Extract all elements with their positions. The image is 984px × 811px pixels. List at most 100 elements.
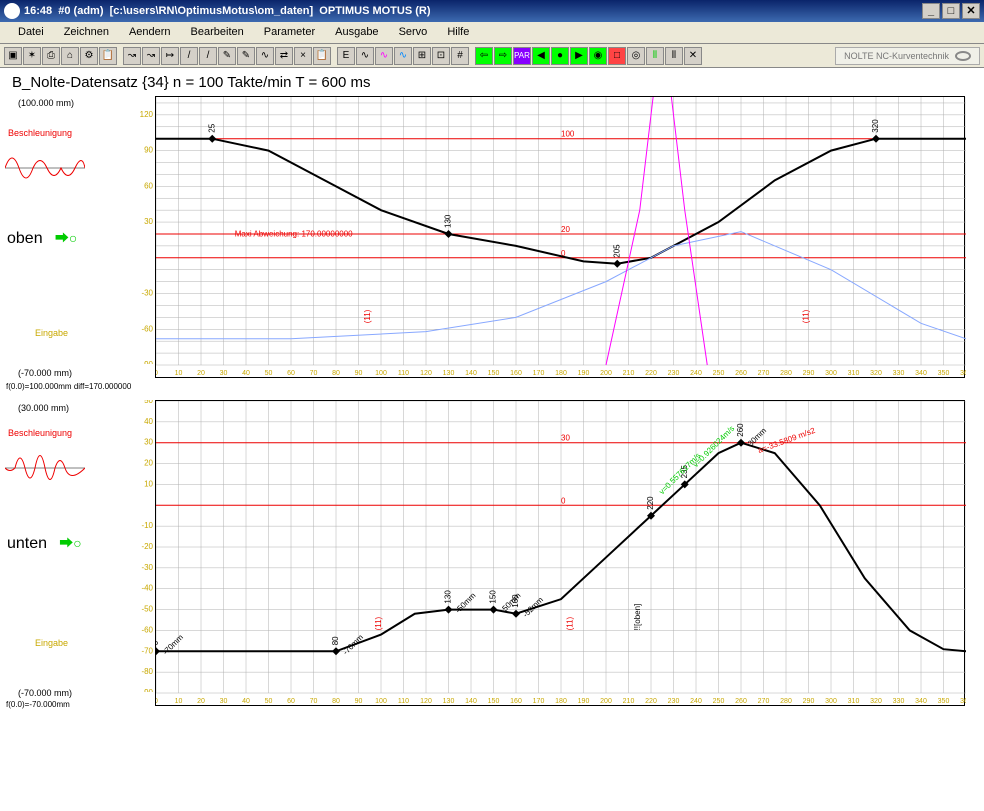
svg-text:350: 350 bbox=[938, 370, 950, 377]
tool-7[interactable]: ↝ bbox=[123, 47, 141, 65]
bot-input-label: Eingabe bbox=[35, 638, 68, 648]
tool-33[interactable]: ⦀ bbox=[665, 47, 683, 65]
svg-text:340: 340 bbox=[915, 698, 927, 705]
menu-datei[interactable]: Datei bbox=[8, 24, 54, 41]
yticks-top: -90-60-30306090120 bbox=[125, 96, 155, 364]
chart-top[interactable]: 1002002513020532001020304050607080901001… bbox=[155, 96, 965, 378]
tool-16[interactable]: × bbox=[294, 47, 312, 65]
svg-text:160: 160 bbox=[511, 594, 520, 608]
svg-text:30: 30 bbox=[220, 370, 228, 377]
tool-14[interactable]: ∿ bbox=[256, 47, 274, 65]
maximize-button[interactable]: □ bbox=[942, 3, 960, 19]
svg-text:(11): (11) bbox=[565, 616, 574, 630]
tool-22[interactable]: ⊞ bbox=[413, 47, 431, 65]
svg-text:320: 320 bbox=[871, 119, 880, 133]
tool-next[interactable]: ⇨ bbox=[494, 47, 512, 65]
svg-text:40: 40 bbox=[144, 417, 153, 426]
tool-stop[interactable]: □ bbox=[608, 47, 626, 65]
tool-record[interactable]: ● bbox=[551, 47, 569, 65]
minimize-button[interactable]: _ bbox=[922, 3, 940, 19]
svg-text:90: 90 bbox=[355, 698, 363, 705]
svg-text:360: 360 bbox=[960, 370, 966, 377]
svg-text:50: 50 bbox=[265, 698, 273, 705]
tool-31[interactable]: ◎ bbox=[627, 47, 645, 65]
svg-text:-30: -30 bbox=[141, 289, 153, 298]
tool-21[interactable]: ∿ bbox=[394, 47, 412, 65]
svg-text:150: 150 bbox=[488, 698, 500, 705]
svg-text:-70: -70 bbox=[141, 646, 153, 655]
chart-bottom[interactable]: 3000-70mm80-70mm130-50mm150-50mm160-52mm… bbox=[155, 400, 965, 706]
tool-6[interactable]: 📋 bbox=[99, 47, 117, 65]
svg-text:205: 205 bbox=[612, 244, 621, 258]
tool-12[interactable]: ✎ bbox=[218, 47, 236, 65]
brand-plate: NOLTE NC-Kurventechnik bbox=[835, 47, 980, 65]
goto-icon-2[interactable]: ⮕○ bbox=[52, 535, 82, 551]
tool-2[interactable]: ✶ bbox=[23, 47, 41, 65]
tool-9[interactable]: ↦ bbox=[161, 47, 179, 65]
tool-18[interactable]: E bbox=[337, 47, 355, 65]
svg-text:100: 100 bbox=[375, 698, 387, 705]
svg-text:140: 140 bbox=[465, 370, 477, 377]
svg-text:230: 230 bbox=[668, 370, 680, 377]
svg-text:270: 270 bbox=[758, 370, 770, 377]
svg-text:80: 80 bbox=[332, 370, 340, 377]
tool-3[interactable]: ⎙ bbox=[42, 47, 60, 65]
svg-text:230: 230 bbox=[668, 698, 680, 705]
menu-parameter[interactable]: Parameter bbox=[254, 24, 325, 41]
svg-text:-10: -10 bbox=[141, 521, 153, 530]
tool-pause[interactable]: ◉ bbox=[589, 47, 607, 65]
menu-aendern[interactable]: Aendern bbox=[119, 24, 181, 41]
svg-text:190: 190 bbox=[578, 698, 590, 705]
svg-text:320: 320 bbox=[870, 370, 882, 377]
yticks-bot: -90-80-70-60-50-40-30-20-101020304050 bbox=[125, 400, 155, 692]
window-title: 16:48 #0 (adm) [c:\users\RN\OptimusMotus… bbox=[24, 5, 922, 17]
tool-23[interactable]: ⊡ bbox=[432, 47, 450, 65]
svg-text:0: 0 bbox=[156, 370, 158, 377]
svg-text:-20: -20 bbox=[141, 542, 153, 551]
tool-17[interactable]: 📋 bbox=[313, 47, 331, 65]
tool-24[interactable]: # bbox=[451, 47, 469, 65]
svg-text:-70mm: -70mm bbox=[161, 632, 185, 656]
tool-15[interactable]: ⇄ bbox=[275, 47, 293, 65]
menu-zeichnen[interactable]: Zeichnen bbox=[54, 24, 119, 41]
tool-32[interactable]: ⦀ bbox=[646, 47, 664, 65]
tool-20[interactable]: ∿ bbox=[375, 47, 393, 65]
svg-text:150: 150 bbox=[488, 370, 500, 377]
menu-hilfe[interactable]: Hilfe bbox=[437, 24, 479, 41]
menu-bar: DateiZeichnenAendernBearbeitenParameterA… bbox=[0, 22, 984, 44]
tool-prev[interactable]: ⇦ bbox=[475, 47, 493, 65]
menu-servo[interactable]: Servo bbox=[389, 24, 438, 41]
svg-text:120: 120 bbox=[140, 110, 154, 119]
tool-5[interactable]: ⚙ bbox=[80, 47, 98, 65]
svg-text:(11): (11) bbox=[363, 309, 372, 323]
tool-10[interactable]: / bbox=[180, 47, 198, 65]
svg-text:50: 50 bbox=[265, 370, 273, 377]
menu-ausgabe[interactable]: Ausgabe bbox=[325, 24, 388, 41]
svg-text:260: 260 bbox=[735, 370, 747, 377]
svg-text:220: 220 bbox=[645, 698, 657, 705]
top-ylim-lo: (-70.000 mm) bbox=[18, 368, 72, 378]
svg-text:10: 10 bbox=[175, 370, 183, 377]
tool-play[interactable]: ▶ bbox=[570, 47, 588, 65]
close-button[interactable]: ✕ bbox=[962, 3, 980, 19]
svg-text:60: 60 bbox=[287, 370, 295, 377]
menu-bearbeiten[interactable]: Bearbeiten bbox=[181, 24, 254, 41]
tool-1[interactable]: ▣ bbox=[4, 47, 22, 65]
tool-play-back[interactable]: ◀ bbox=[532, 47, 550, 65]
tool-11[interactable]: / bbox=[199, 47, 217, 65]
tool-8[interactable]: ↝ bbox=[142, 47, 160, 65]
tool-par[interactable]: PAR bbox=[513, 47, 531, 65]
svg-text:200: 200 bbox=[600, 370, 612, 377]
tool-13[interactable]: ✎ bbox=[237, 47, 255, 65]
tool-19[interactable]: ∿ bbox=[356, 47, 374, 65]
tool-close[interactable]: ✕ bbox=[684, 47, 702, 65]
svg-text:210: 210 bbox=[623, 370, 635, 377]
svg-text:90: 90 bbox=[355, 370, 363, 377]
svg-text:290: 290 bbox=[803, 698, 815, 705]
svg-text:180: 180 bbox=[555, 370, 567, 377]
svg-text:20: 20 bbox=[197, 370, 205, 377]
svg-text:20: 20 bbox=[144, 459, 153, 468]
tool-4[interactable]: ⌂ bbox=[61, 47, 79, 65]
svg-text:140: 140 bbox=[465, 698, 477, 705]
goto-icon[interactable]: ⮕○ bbox=[47, 230, 77, 246]
